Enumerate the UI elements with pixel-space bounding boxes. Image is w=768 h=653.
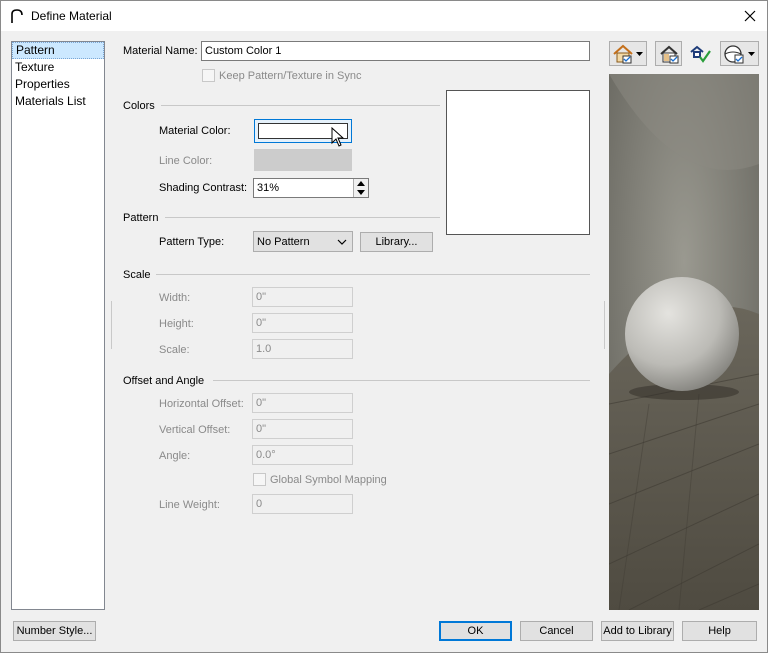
pattern-type-value: No Pattern (257, 236, 310, 248)
chevron-down-icon (337, 239, 347, 245)
library-button[interactable]: Library... (360, 232, 433, 252)
pattern-type-select[interactable]: No Pattern (253, 231, 353, 252)
house-check-icon (660, 45, 679, 64)
close-button[interactable] (733, 1, 767, 31)
left-splitter[interactable] (111, 301, 112, 349)
shading-contrast-spinner[interactable] (353, 179, 368, 197)
vertical-offset-input: 0" (252, 419, 353, 439)
sidebar-item-properties[interactable]: Properties (12, 76, 104, 93)
add-to-library-button[interactable]: Add to Library (601, 621, 674, 641)
chevron-down-icon (636, 52, 643, 56)
material-color-label: Material Color: (159, 125, 231, 137)
view-house-dropdown[interactable] (609, 41, 647, 66)
height-label: Height: (159, 318, 194, 330)
scale-input: 1.0 (252, 339, 353, 359)
line-color-label: Line Color: (159, 155, 213, 167)
material-render-preview (609, 74, 759, 610)
house-check-button[interactable] (655, 41, 682, 66)
app-arch-icon (11, 9, 23, 23)
global-symbol-mapping-label: Global Symbol Mapping (270, 474, 387, 486)
line-color-button (254, 149, 352, 171)
vertical-offset-label: Vertical Offset: (159, 424, 231, 436)
render-scene (609, 74, 759, 610)
chevron-down-icon (748, 52, 755, 56)
define-material-dialog: Define Material Pattern Texture Properti… (0, 0, 768, 653)
angle-input: 0.0° (252, 445, 353, 465)
pattern-divider (165, 217, 440, 218)
pattern-group-title: Pattern (123, 212, 159, 224)
ok-button[interactable]: OK (439, 621, 512, 641)
keep-sync-label: Keep Pattern/Texture in Sync (219, 70, 362, 82)
shading-contrast-label: Shading Contrast: (159, 182, 248, 194)
window-title: Define Material (31, 9, 112, 23)
material-name-label: Material Name: (123, 45, 198, 57)
colors-group-title: Colors (123, 100, 155, 112)
help-button[interactable]: Help (682, 621, 757, 641)
house-view-icon (613, 44, 633, 64)
horizontal-offset-input: 0" (252, 393, 353, 413)
scale-label: Scale: (159, 344, 190, 356)
render-check-button[interactable] (687, 41, 713, 66)
mouse-cursor-icon (331, 127, 345, 147)
material-name-input[interactable]: Custom Color 1 (201, 41, 590, 61)
scale-group-title: Scale (123, 269, 151, 281)
pattern-type-label: Pattern Type: (159, 236, 225, 248)
title-bar: Define Material (1, 1, 767, 31)
right-splitter[interactable] (604, 301, 605, 349)
scale-divider (156, 274, 590, 275)
number-style-button[interactable]: Number Style... (13, 621, 96, 641)
sidebar-item-pattern[interactable]: Pattern (12, 42, 104, 59)
color-preview-swatch (446, 90, 590, 235)
cancel-button[interactable]: Cancel (520, 621, 593, 641)
keep-sync-checkbox[interactable] (202, 69, 215, 82)
offset-angle-group-title: Offset and Angle (123, 375, 205, 387)
sphere-view-icon (724, 45, 744, 64)
horizontal-offset-label: Horizontal Offset: (159, 398, 244, 410)
width-label: Width: (159, 292, 191, 304)
sphere-view-dropdown[interactable] (720, 41, 759, 66)
width-input: 0" (252, 287, 353, 307)
offset-angle-divider (213, 380, 590, 381)
category-list: Pattern Texture Properties Materials Lis… (11, 41, 105, 610)
line-weight-input: 0 (252, 494, 353, 514)
spin-up-icon (357, 181, 365, 186)
shading-contrast-input[interactable]: 31% (253, 178, 369, 198)
line-weight-label: Line Weight: (159, 499, 220, 511)
colors-divider (161, 105, 440, 106)
height-input: 0" (252, 313, 353, 333)
sidebar-item-materials-list[interactable]: Materials List (12, 93, 104, 110)
spin-down-icon (357, 190, 365, 195)
angle-label: Angle: (159, 450, 191, 462)
render-check-icon (690, 45, 711, 63)
global-symbol-mapping-checkbox (253, 473, 266, 486)
close-icon (744, 10, 756, 22)
sidebar-item-texture[interactable]: Texture (12, 59, 104, 76)
